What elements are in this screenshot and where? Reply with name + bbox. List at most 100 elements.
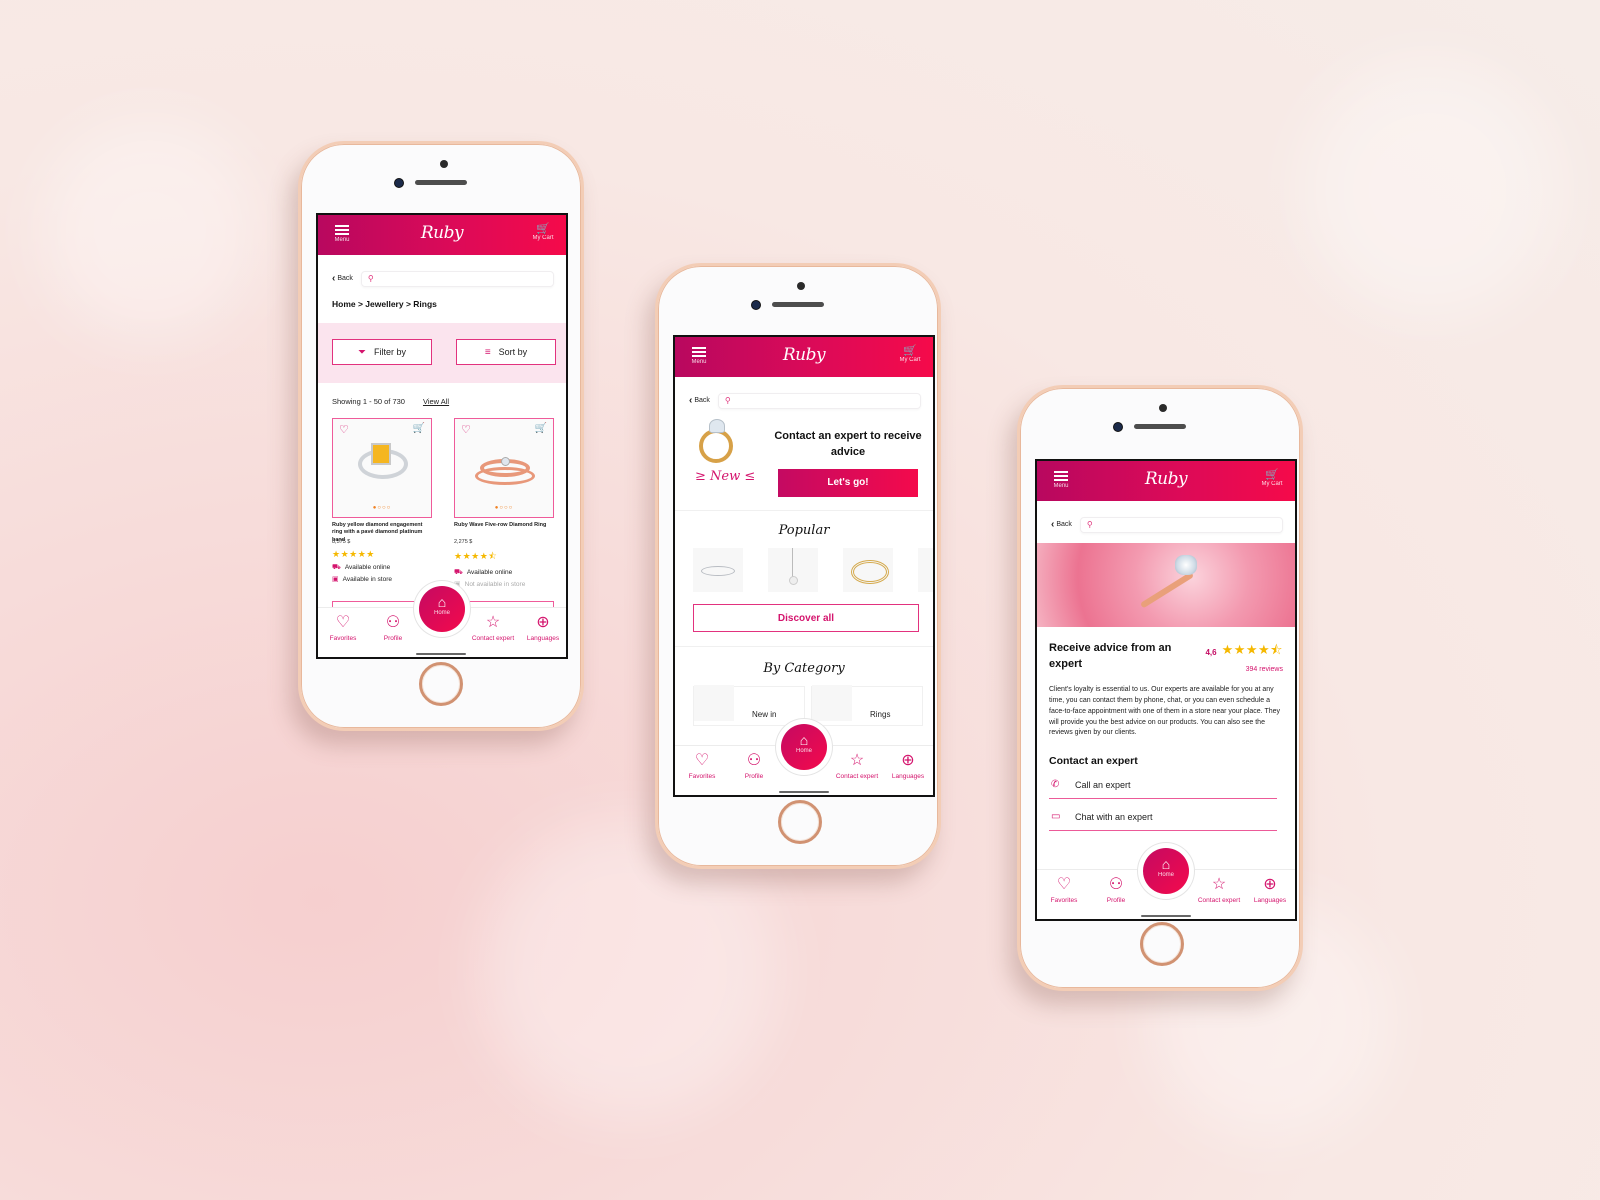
cart-icon: 🛒 — [1265, 469, 1279, 481]
nav-label: Contact expert — [1197, 897, 1241, 904]
globe-icon: ⊕ — [1263, 876, 1277, 893]
filter-button[interactable]: ⏷ Filter by — [332, 339, 432, 365]
phone-expert-advice: Menu Ruby 🛒 My Cart ‹ Back ⚲ Receive adv… — [1017, 385, 1303, 991]
reviews-link[interactable]: 394 reviews — [1205, 666, 1283, 673]
new-badge: ≥ New ≤ — [695, 469, 756, 484]
my-cart-button[interactable]: 🛒 My Cart — [1257, 468, 1287, 487]
promo-visual: ≥ New ≤ — [693, 417, 763, 510]
category-image — [812, 685, 852, 721]
popular-item-earring[interactable] — [918, 548, 933, 592]
product-name[interactable]: Ruby yellow diamond engagement ring with… — [332, 522, 432, 543]
home-indicator — [416, 653, 466, 655]
star-icon: ☆ — [1211, 876, 1227, 893]
nav-contact-expert[interactable]: ☆ Contact expert — [466, 614, 520, 642]
nav-home[interactable]: ⌂ Home — [1143, 848, 1189, 894]
bottom-nav: ♡ Favorites ⚇ Profile ⌂ Home ☆ Contact e… — [318, 586, 566, 657]
product-card[interactable]: ♡ 🛒 ●○○○ Ruby Wave Five-row Diamond Ring… — [454, 418, 554, 588]
popular-item-necklace[interactable] — [768, 548, 818, 592]
add-to-cart-icon[interactable]: 🛒 — [535, 423, 547, 434]
proximity-sensor — [440, 160, 448, 168]
nav-home[interactable]: ⌂ Home — [419, 586, 465, 632]
nav-contact-expert[interactable]: ☆ Contact expert — [829, 752, 885, 780]
category-rings[interactable]: Rings — [811, 685, 923, 726]
store-label: Not available in store — [464, 580, 526, 588]
product-card[interactable]: ♡ 🛒 ●○○○ Ruby yellow diamond engagement … — [332, 418, 432, 588]
search-row: ‹ Back ⚲ — [675, 377, 933, 411]
star-icon: ☆ — [485, 614, 501, 631]
popular-carousel[interactable] — [675, 538, 933, 592]
popular-item-bracelet[interactable] — [693, 548, 743, 592]
chat-expert-option[interactable]: ▭ Chat with an expert — [1049, 807, 1277, 832]
back-button[interactable]: ‹ Back — [1051, 519, 1072, 530]
chevron-left-icon: ‹ — [332, 273, 336, 284]
rating-score: 4,6 — [1205, 647, 1217, 657]
globe-icon: ⊕ — [901, 752, 915, 769]
nav-languages[interactable]: ⊕ Languages — [518, 614, 566, 642]
nav-label: Languages — [1253, 897, 1287, 904]
star-icon: ☆ — [849, 752, 865, 769]
nav-label: Profile — [383, 635, 403, 642]
nav-label: Contact expert — [835, 773, 879, 780]
category-new-in[interactable]: New in — [693, 685, 805, 726]
online-label: Available online — [344, 564, 391, 571]
search-icon: ⚲ — [724, 396, 731, 405]
cart-icon: 🛒 — [903, 345, 917, 357]
view-all-link[interactable]: View All — [423, 397, 449, 406]
star-rating: ★★★★⯪ — [454, 551, 498, 561]
nav-profile[interactable]: ⚇ Profile — [368, 614, 418, 642]
globe-icon: ⊕ — [536, 614, 550, 631]
back-button[interactable]: ‹ Back — [332, 273, 353, 284]
back-button[interactable]: ‹ Back — [689, 395, 710, 406]
bottom-nav: ♡ Favorites ⚇ Profile ⌂ Home ☆ Contact e… — [675, 724, 933, 795]
add-to-cart-icon[interactable]: 🛒 — [413, 423, 425, 434]
sort-button[interactable]: ≡ Sort by — [456, 339, 556, 365]
product-name[interactable]: Ruby Wave Five-row Diamond Ring — [454, 522, 554, 538]
popular-item-ring[interactable] — [843, 548, 893, 592]
my-cart-button[interactable]: 🛒 My Cart — [528, 222, 558, 241]
nav-profile[interactable]: ⚇ Profile — [1091, 876, 1141, 904]
search-input[interactable]: ⚲ — [1079, 516, 1283, 533]
app-header: Menu Ruby 🛒 My Cart — [675, 337, 933, 377]
heart-icon: ♡ — [1056, 876, 1072, 893]
nav-label: Home — [795, 748, 812, 754]
new-label: New — [710, 469, 741, 484]
product-image[interactable]: ♡ 🛒 ●○○○ — [332, 418, 432, 518]
my-cart-button[interactable]: 🛒 My Cart — [895, 344, 925, 363]
profile-icon: ⚇ — [385, 614, 401, 631]
store-icon: ▣ — [332, 576, 339, 583]
earpiece-speaker — [772, 302, 824, 307]
search-input[interactable]: ⚲ — [360, 270, 554, 287]
hardware-home-button[interactable] — [419, 662, 463, 706]
nav-favorites[interactable]: ♡ Favorites — [1039, 876, 1089, 904]
nav-contact-expert[interactable]: ☆ Contact expert — [1191, 876, 1247, 904]
screen: Menu Ruby 🛒 My Cart ‹ Back ⚲ Receive adv… — [1035, 459, 1297, 921]
nav-languages[interactable]: ⊕ Languages — [883, 752, 933, 780]
sort-label: Sort by — [498, 347, 528, 357]
nav-profile[interactable]: ⚇ Profile — [729, 752, 779, 780]
availability-store: ▣ Not available in store — [454, 580, 554, 589]
nav-favorites[interactable]: ♡ Favorites — [318, 614, 368, 642]
hardware-home-button[interactable] — [1140, 922, 1184, 966]
lets-go-button[interactable]: Let's go! — [778, 468, 918, 497]
nav-languages[interactable]: ⊕ Languages — [1245, 876, 1295, 904]
carousel-dots[interactable]: ●○○○ — [455, 505, 553, 511]
nav-favorites[interactable]: ♡ Favorites — [677, 752, 727, 780]
nav-home[interactable]: ⌂ Home — [781, 724, 827, 770]
nav-label: Profile — [1106, 897, 1126, 904]
product-image[interactable]: ♡ 🛒 ●○○○ — [454, 418, 554, 518]
heart-icon[interactable]: ♡ — [339, 423, 349, 436]
star-rating: ★★★★⯪ — [1221, 642, 1283, 657]
expert-promo-banner: ≥ New ≤ Contact an expert to receive adv… — [675, 411, 933, 511]
earpiece-speaker — [415, 180, 467, 185]
discover-all-button[interactable]: Discover all — [693, 604, 919, 632]
search-input[interactable]: ⚲ — [717, 392, 921, 409]
home-icon: ⌂ — [799, 732, 809, 748]
back-label: Back — [694, 397, 710, 404]
heart-icon[interactable]: ♡ — [461, 423, 471, 436]
yellow-diamond-image — [371, 443, 391, 465]
hardware-home-button[interactable] — [778, 800, 822, 844]
call-expert-option[interactable]: ✆ Call an expert — [1049, 775, 1277, 800]
chat-icon: ▭ — [1051, 811, 1061, 823]
carousel-dots[interactable]: ●○○○ — [333, 505, 431, 511]
category-carousel[interactable]: New in Rings — [675, 676, 933, 726]
